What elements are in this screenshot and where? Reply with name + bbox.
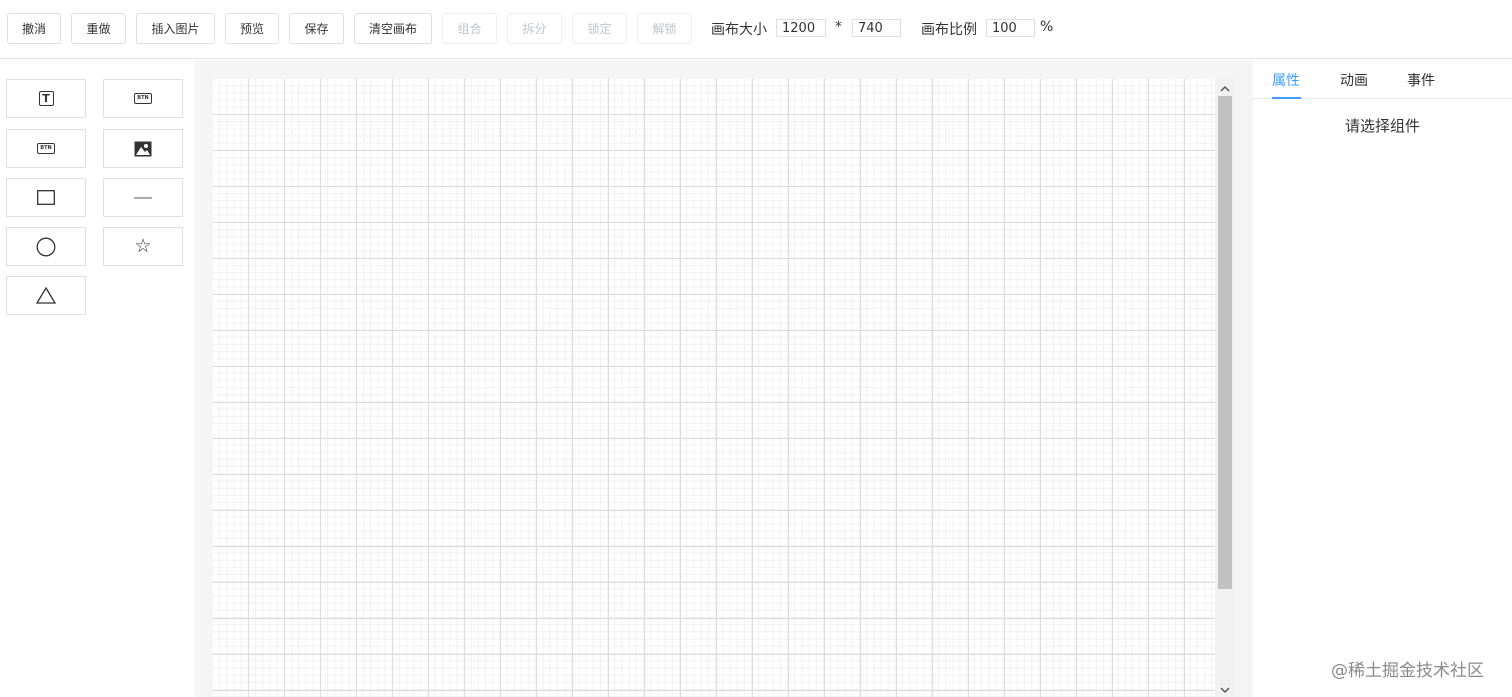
tab-attributes[interactable]: 属性: [1272, 70, 1300, 90]
component-circle[interactable]: [6, 227, 86, 266]
scroll-thumb[interactable]: [1218, 96, 1232, 589]
canvas-size-label: 画布大小: [711, 22, 767, 38]
select-component-placeholder: 请选择组件: [1344, 117, 1420, 135]
canvas-scale-label: 画布比例: [921, 22, 977, 38]
ungroup-button[interactable]: 拆分: [507, 13, 562, 44]
scroll-up-arrow-icon[interactable]: [1215, 81, 1235, 95]
watermark: @稀土掘金技术社区: [1331, 661, 1484, 681]
times-sign: *: [835, 19, 842, 35]
component-star[interactable]: ☆: [103, 227, 183, 266]
insert-image-button[interactable]: 插入图片: [136, 13, 215, 44]
undo-button[interactable]: 撤消: [7, 13, 61, 44]
percent-sign: %: [1040, 19, 1054, 35]
rectangle-icon: [37, 190, 55, 205]
vertical-scrollbar[interactable]: [1215, 79, 1235, 697]
tab-events[interactable]: 事件: [1407, 70, 1435, 90]
text-icon: T: [38, 91, 54, 106]
line-icon: [134, 197, 152, 198]
triangle-icon: [36, 287, 56, 304]
toolbar: 撤消 重做 插入图片 预览 保存 清空画布 组合 拆分 锁定 解锁 画布大小 1…: [0, 0, 1512, 59]
scroll-down-arrow-icon[interactable]: [1215, 683, 1235, 697]
redo-button[interactable]: 重做: [71, 13, 126, 44]
component-button[interactable]: BTN: [103, 79, 183, 118]
image-icon: [134, 141, 152, 156]
canvas-grid[interactable]: [213, 79, 1215, 697]
unlock-button[interactable]: 解锁: [637, 13, 692, 44]
save-button[interactable]: 保存: [289, 13, 344, 44]
button-icon: BTN: [134, 93, 152, 104]
component-text[interactable]: T: [6, 79, 86, 118]
editor-area: [194, 60, 1253, 697]
component-button-2[interactable]: BTN: [6, 129, 86, 168]
circle-icon: [36, 237, 56, 256]
attribute-tabs: 属性 动画 事件: [1253, 60, 1512, 99]
canvas-width-input[interactable]: 1200: [776, 19, 826, 37]
canvas-scale-input[interactable]: 100: [986, 19, 1035, 37]
component-triangle[interactable]: [6, 276, 86, 315]
active-tab-indicator: [1272, 97, 1301, 99]
preview-button[interactable]: 预览: [225, 13, 279, 44]
component-rectangle[interactable]: [6, 178, 86, 217]
component-line[interactable]: [103, 178, 183, 217]
button-icon: BTN: [37, 143, 55, 154]
group-button[interactable]: 组合: [442, 13, 497, 44]
component-list: T BTN BTN ☆: [0, 60, 194, 697]
star-icon: ☆: [134, 235, 152, 257]
clear-canvas-button[interactable]: 清空画布: [354, 13, 432, 44]
canvas-height-input[interactable]: 740: [852, 19, 901, 37]
lock-button[interactable]: 锁定: [572, 13, 627, 44]
component-image[interactable]: [103, 129, 183, 168]
attribute-panel: 属性 动画 事件 请选择组件: [1253, 60, 1512, 697]
tab-animation[interactable]: 动画: [1340, 70, 1368, 90]
